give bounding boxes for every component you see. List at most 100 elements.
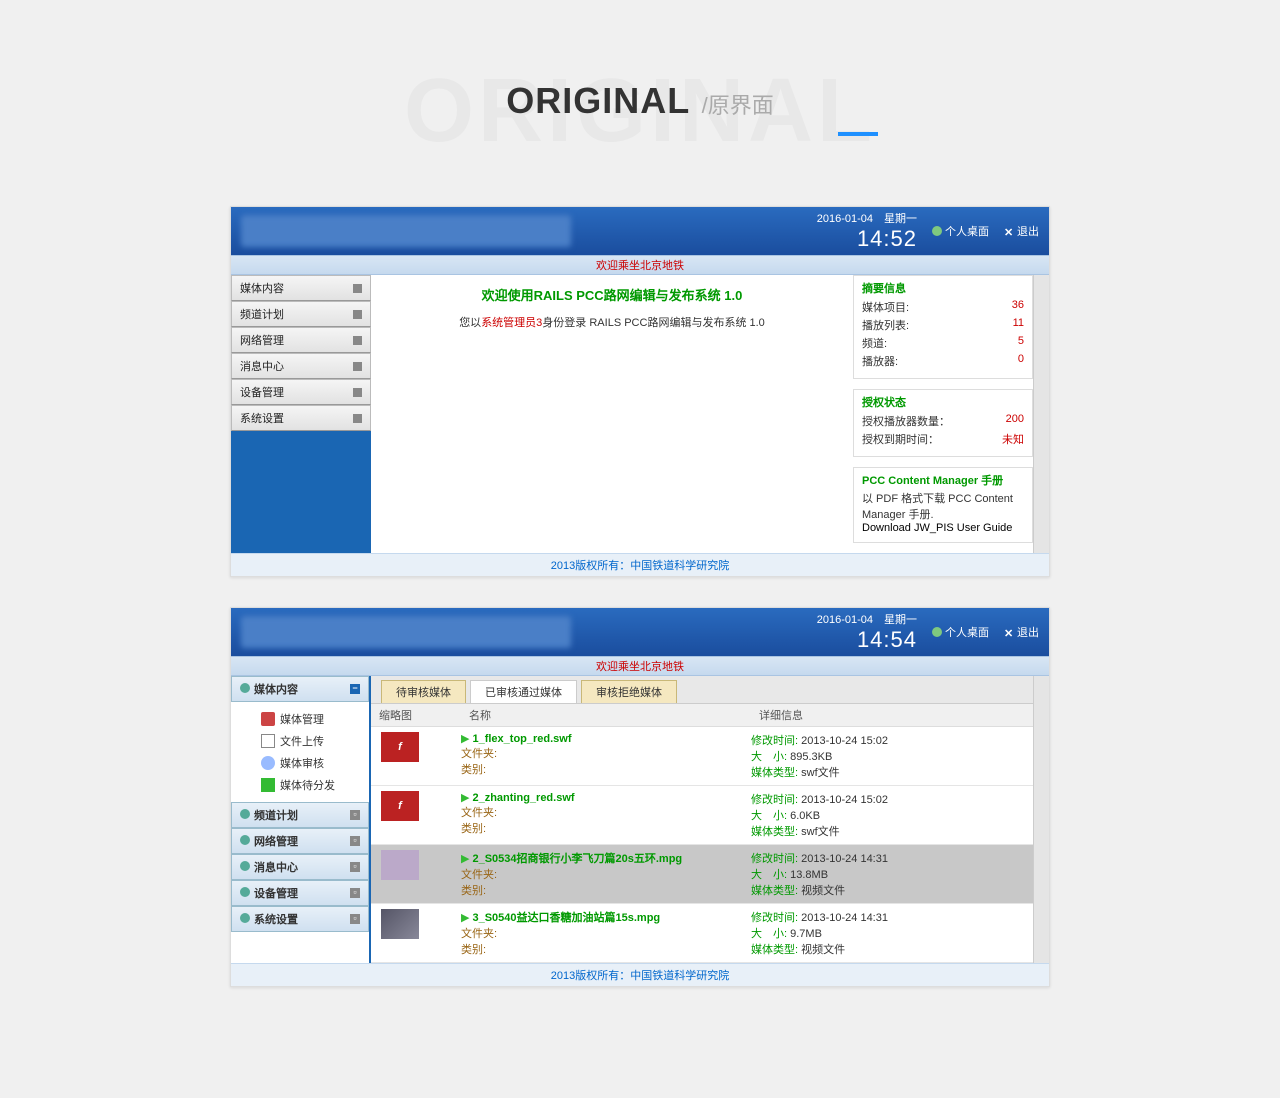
sidebar-item[interactable]: 设备管理▫ bbox=[231, 880, 369, 906]
col-info: 详细信息 bbox=[751, 704, 1033, 726]
app-logo-blurred bbox=[241, 215, 571, 247]
close-icon: ✕ bbox=[1004, 627, 1014, 637]
sidebar-item-media-content[interactable]: 媒体内容 − bbox=[231, 676, 369, 702]
header-time: 14:52 bbox=[817, 226, 917, 252]
summary-title: 摘要信息 bbox=[862, 280, 1024, 298]
sidebar-item[interactable]: 设备管理 bbox=[231, 379, 371, 405]
sidebar-item[interactable]: 网络管理▫ bbox=[231, 828, 369, 854]
thumbnail: f bbox=[381, 791, 419, 821]
sidebar-item[interactable]: 频道计划 bbox=[231, 301, 371, 327]
app-logo-blurred bbox=[241, 616, 571, 648]
menu-icon bbox=[261, 712, 275, 726]
close-icon: ✕ bbox=[1004, 226, 1014, 236]
thumbnail bbox=[381, 909, 419, 939]
sidebar-item[interactable]: 消息中心 bbox=[231, 353, 371, 379]
tab[interactable]: 待审核媒体 bbox=[381, 680, 466, 703]
tab[interactable]: 审核拒绝媒体 bbox=[581, 680, 677, 703]
expand-icon bbox=[353, 284, 362, 293]
media-row[interactable]: f ▶2_zhanting_red.swf文件夹:类别:修改时间: 2013-10… bbox=[371, 786, 1033, 845]
bullet-icon bbox=[240, 887, 250, 897]
manual-box: PCC Content Manager 手册 以 PDF 格式下载 PCC Co… bbox=[853, 467, 1033, 543]
expand-icon[interactable]: ▫ bbox=[350, 862, 360, 872]
scrollbar[interactable] bbox=[1033, 275, 1049, 553]
manual-title: PCC Content Manager 手册 bbox=[862, 472, 1024, 490]
header-datetime: 2016-01-04 星期一 14:54 bbox=[817, 611, 917, 653]
footer-copyright: 2013版权所有：中国铁道科学研究院 bbox=[231, 963, 1049, 986]
marquee-banner: 欢迎乘坐北京地铁 bbox=[231, 656, 1049, 676]
thumbnail: f bbox=[381, 732, 419, 762]
manual-desc: 以 PDF 格式下载 PCC Content Manager 手册. bbox=[862, 490, 1024, 522]
sidebar-item[interactable]: 消息中心▫ bbox=[231, 854, 369, 880]
auth-box: 授权状态 授权播放器数量：200授权到期时间：未知 bbox=[853, 389, 1033, 457]
col-name: 名称 bbox=[461, 704, 751, 726]
expand-icon[interactable]: ▫ bbox=[350, 914, 360, 924]
sidebar-item[interactable]: 系统设置 bbox=[231, 405, 371, 431]
sidebar-item[interactable]: 网络管理 bbox=[231, 327, 371, 353]
column-headers: 缩略图 名称 详细信息 bbox=[371, 704, 1033, 727]
sidebar-sub-item[interactable]: 文件上传 bbox=[261, 730, 369, 752]
expand-icon[interactable]: ▫ bbox=[350, 836, 360, 846]
expand-icon bbox=[353, 414, 362, 423]
flag-icon: ▶ bbox=[461, 912, 469, 924]
summary-box: 摘要信息 媒体项目:36播放列表:11频道:5播放器:0 bbox=[853, 275, 1033, 379]
info-row: 频道:5 bbox=[862, 334, 1024, 352]
hero-accent-bar bbox=[838, 132, 878, 136]
sidebar-sub-item[interactable]: 媒体待分发 bbox=[261, 774, 369, 796]
app-window-2: 2016-01-04 星期一 14:54 个人桌面 ✕退出 欢迎乘坐北京地铁 媒… bbox=[230, 607, 1050, 987]
media-name-cell: ▶2_zhanting_red.swf文件夹:类别: bbox=[461, 791, 751, 839]
sidebar: 媒体内容 − 媒体管理文件上传媒体审核媒体待分发 频道计划▫网络管理▫消息中心▫… bbox=[231, 676, 371, 963]
bullet-icon bbox=[240, 861, 250, 871]
welcome-title: 欢迎使用RAILS PCC路网编辑与发布系统 1.0 bbox=[381, 281, 843, 314]
tab[interactable]: 已审核通过媒体 bbox=[470, 680, 577, 703]
sidebar-item[interactable]: 频道计划▫ bbox=[231, 802, 369, 828]
expand-icon[interactable]: ▫ bbox=[350, 810, 360, 820]
flag-icon: ▶ bbox=[461, 853, 469, 865]
info-row: 媒体项目:36 bbox=[862, 298, 1024, 316]
expand-icon bbox=[353, 388, 362, 397]
expand-icon bbox=[353, 310, 362, 319]
app-window-1: 2016-01-04 星期一 14:52 个人桌面 ✕退出 欢迎乘坐北京地铁 媒… bbox=[230, 206, 1050, 577]
info-row: 授权到期时间：未知 bbox=[862, 430, 1024, 448]
exit-link[interactable]: ✕退出 bbox=[1004, 223, 1039, 239]
sidebar-sub-item[interactable]: 媒体管理 bbox=[261, 708, 369, 730]
personal-desktop-link[interactable]: 个人桌面 bbox=[932, 223, 989, 239]
menu-icon bbox=[261, 756, 275, 770]
bullet-icon bbox=[240, 809, 250, 819]
personal-desktop-link[interactable]: 个人桌面 bbox=[932, 624, 989, 640]
app-header: 2016-01-04 星期一 14:54 个人桌面 ✕退出 bbox=[231, 608, 1049, 656]
sidebar-item[interactable]: 媒体内容 bbox=[231, 275, 371, 301]
user-icon bbox=[932, 627, 942, 637]
media-info-cell: 修改时间: 2013-10-24 15:02大 小: 895.3KB媒体类型: … bbox=[751, 732, 1033, 780]
menu-icon bbox=[261, 734, 275, 748]
sidebar-sub-item[interactable]: 媒体审核 bbox=[261, 752, 369, 774]
media-row[interactable]: ▶2_S0534招商银行小李飞刀篇20s五环.mpg文件夹:类别:修改时间: 2… bbox=[371, 845, 1033, 904]
info-row: 播放列表:11 bbox=[862, 316, 1024, 334]
thumbnail bbox=[381, 850, 419, 880]
media-name-cell: ▶1_flex_top_red.swf文件夹:类别: bbox=[461, 732, 751, 780]
welcome-message: 您以系统管理员3身份登录 RAILS PCC路网编辑与发布系统 1.0 bbox=[381, 314, 843, 330]
expand-icon bbox=[353, 336, 362, 345]
exit-link[interactable]: ✕退出 bbox=[1004, 624, 1039, 640]
media-row[interactable]: ▶3_S0540益达口香糖加油站篇15s.mpg文件夹:类别:修改时间: 201… bbox=[371, 904, 1033, 963]
bullet-icon bbox=[240, 835, 250, 845]
media-row[interactable]: f ▶1_flex_top_red.swf文件夹:类别:修改时间: 2013-10… bbox=[371, 727, 1033, 786]
scrollbar[interactable] bbox=[1033, 676, 1049, 963]
marquee-banner: 欢迎乘坐北京地铁 bbox=[231, 255, 1049, 275]
manual-download-link[interactable]: Download JW_PIS User Guide bbox=[862, 522, 1012, 534]
header-time: 14:54 bbox=[817, 627, 917, 653]
sidebar-item[interactable]: 系统设置▫ bbox=[231, 906, 369, 932]
bullet-icon bbox=[240, 683, 250, 693]
media-info-cell: 修改时间: 2013-10-24 14:31大 小: 9.7MB媒体类型: 视频… bbox=[751, 909, 1033, 957]
info-row: 授权播放器数量：200 bbox=[862, 412, 1024, 430]
app-header: 2016-01-04 星期一 14:52 个人桌面 ✕退出 bbox=[231, 207, 1049, 255]
hero-subtitle: /原界面 bbox=[702, 93, 774, 118]
bullet-icon bbox=[240, 913, 250, 923]
flag-icon: ▶ bbox=[461, 792, 469, 804]
sidebar: 媒体内容频道计划网络管理消息中心设备管理系统设置 bbox=[231, 275, 371, 553]
expand-icon[interactable]: ▫ bbox=[350, 888, 360, 898]
media-info-cell: 修改时间: 2013-10-24 15:02大 小: 6.0KB媒体类型: sw… bbox=[751, 791, 1033, 839]
expand-icon bbox=[353, 362, 362, 371]
footer-copyright: 2013版权所有：中国铁道科学研究院 bbox=[231, 553, 1049, 576]
header-datetime: 2016-01-04 星期一 14:52 bbox=[817, 210, 917, 252]
collapse-icon[interactable]: − bbox=[350, 684, 360, 694]
